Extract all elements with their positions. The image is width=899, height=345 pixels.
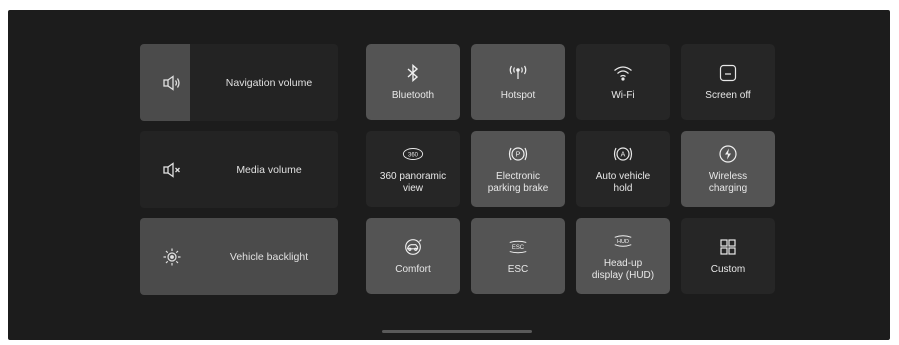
wireless-charging-label: Wireless charging (708, 171, 748, 194)
hotspot-label: Hotspot (500, 90, 536, 101)
svg-text:ESC: ESC (512, 245, 525, 251)
media-volume-label: Media volume (236, 163, 302, 176)
panoramic-view-label: 360 panoramic view (379, 171, 447, 194)
custom-tile[interactable]: Custom (681, 218, 775, 294)
comfort-label: Comfort (395, 264, 431, 275)
bluetooth-label: Bluetooth (391, 90, 435, 101)
wireless-charging-icon (717, 143, 739, 165)
parking-brake-icon: P (507, 143, 529, 165)
hotspot-icon (507, 62, 529, 84)
parking-brake-label: Electronic parking brake (487, 171, 549, 194)
bluetooth-tile[interactable]: Bluetooth (366, 44, 460, 120)
auto-hold-icon: A (612, 143, 634, 165)
brightness-sun-icon (162, 247, 182, 267)
speaker-volume-icon (162, 73, 182, 93)
esc-label: ESC (507, 264, 529, 275)
custom-grid-icon (717, 236, 739, 258)
vehicle-backlight-label: Vehicle backlight (229, 250, 309, 263)
custom-label: Custom (710, 264, 746, 275)
comfort-mode-icon (402, 236, 424, 258)
wifi-icon (612, 62, 634, 84)
media-volume-slider[interactable]: Media volume (140, 131, 338, 208)
speaker-muted-icon (162, 160, 182, 180)
svg-text:HUD: HUD (617, 239, 629, 245)
bluetooth-icon (402, 62, 424, 84)
hud-label: Head-up display (HUD) (591, 258, 655, 281)
360-view-icon: 360 (402, 143, 424, 165)
hotspot-tile[interactable]: Hotspot (471, 44, 565, 120)
svg-text:P: P (516, 152, 521, 159)
navigation-volume-slider[interactable]: Navigation volume (140, 44, 338, 121)
screen-off-tile[interactable]: Screen off (681, 44, 775, 120)
auto-hold-label: Auto vehicle hold (595, 171, 651, 194)
esc-tile[interactable]: ESC ESC (471, 218, 565, 294)
navigation-volume-label: Navigation volume (225, 76, 313, 89)
hud-tile[interactable]: HUD Head-up display (HUD) (576, 218, 670, 294)
parking-brake-tile[interactable]: P Electronic parking brake (471, 131, 565, 207)
screen-off-label: Screen off (705, 90, 751, 101)
svg-text:A: A (621, 152, 626, 159)
comfort-tile[interactable]: Comfort (366, 218, 460, 294)
home-indicator-bar[interactable] (382, 330, 532, 333)
svg-text:360: 360 (408, 152, 419, 158)
esc-icon: ESC (507, 236, 529, 258)
control-center-panel: Navigation volume Media volume Vehicle b… (8, 10, 890, 340)
panoramic-view-tile[interactable]: 360 360 panoramic view (366, 131, 460, 207)
auto-hold-tile[interactable]: A Auto vehicle hold (576, 131, 670, 207)
hud-icon: HUD (612, 230, 634, 252)
wifi-label: Wi-Fi (611, 90, 635, 101)
wifi-tile[interactable]: Wi-Fi (576, 44, 670, 120)
wireless-charging-tile[interactable]: Wireless charging (681, 131, 775, 207)
vehicle-backlight-slider[interactable]: Vehicle backlight (140, 218, 338, 295)
screen-off-icon (717, 62, 739, 84)
